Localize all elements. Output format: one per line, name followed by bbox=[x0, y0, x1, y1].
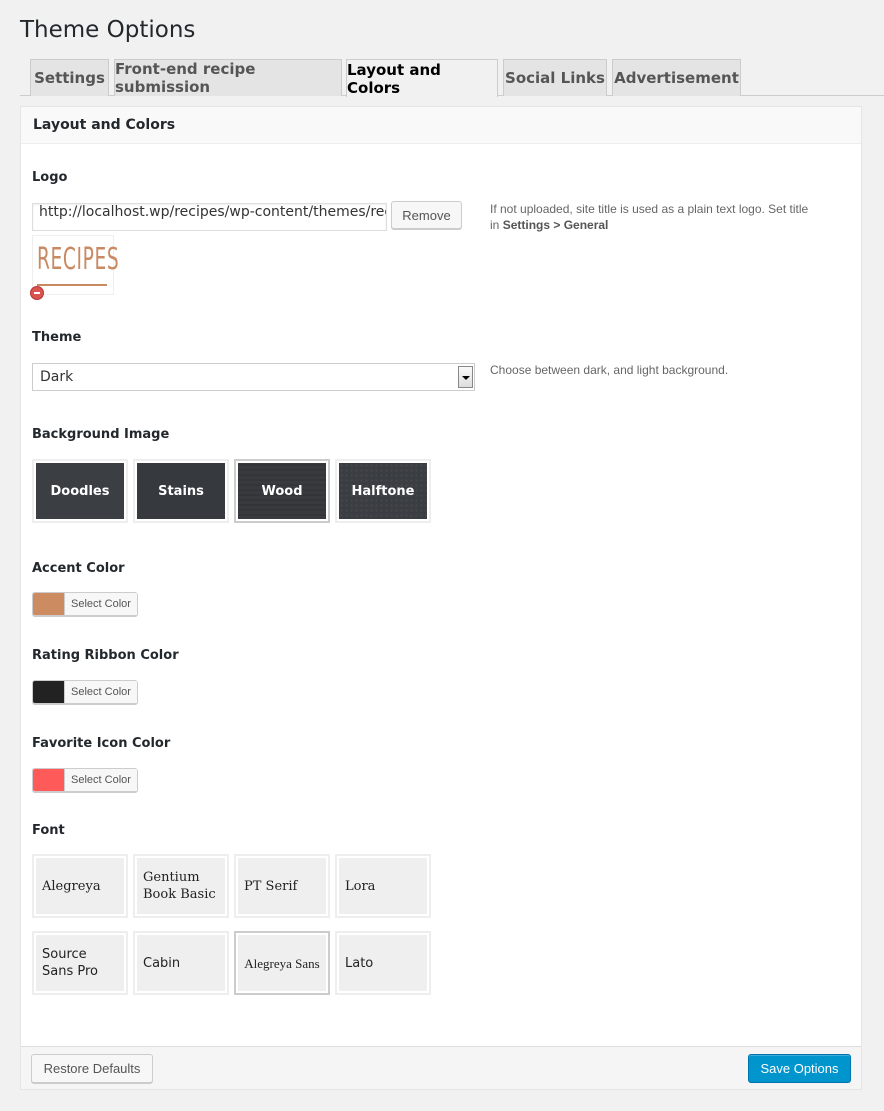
theme-select-value: Dark bbox=[40, 369, 74, 385]
rating-ribbon-color-swatch bbox=[33, 681, 64, 703]
font-option-alegreya-sans[interactable]: Alegreya Sans bbox=[234, 931, 330, 995]
remove-logo-button[interactable]: Remove bbox=[391, 201, 462, 229]
font-option-lato[interactable]: Lato bbox=[335, 931, 431, 995]
logo-underline bbox=[37, 284, 107, 286]
font-option-cabin[interactable]: Cabin bbox=[133, 931, 229, 995]
tab-advertisement[interactable]: Advertisement bbox=[612, 59, 741, 96]
tab-social-links[interactable]: Social Links bbox=[503, 59, 607, 96]
background-option-label: Halftone bbox=[339, 463, 427, 519]
font-option-pt-serif[interactable]: PT Serif bbox=[234, 854, 330, 918]
background-option-label: Stains bbox=[137, 463, 225, 519]
font-option-label: Cabin bbox=[137, 935, 225, 991]
accent-color-label: Accent Color bbox=[32, 561, 125, 576]
background-option-doodles[interactable]: Doodles bbox=[32, 459, 128, 523]
panel-title: Layout and Colors bbox=[21, 107, 861, 144]
logo-preview-image: RECIPES bbox=[32, 235, 119, 295]
restore-defaults-button[interactable]: Restore Defaults bbox=[31, 1054, 153, 1083]
background-image-label: Background Image bbox=[32, 427, 170, 442]
options-panel: Layout and Colors Logo http://localhost.… bbox=[20, 106, 862, 1090]
panel-footer: Restore Defaults Save Options bbox=[21, 1046, 861, 1089]
select-color-button[interactable]: Select Color bbox=[64, 769, 137, 791]
font-option-lora[interactable]: Lora bbox=[335, 854, 431, 918]
theme-description: Choose between dark, and light backgroun… bbox=[490, 363, 729, 377]
font-option-label: Source Sans Pro bbox=[36, 935, 124, 991]
page-title: Theme Options bbox=[20, 17, 196, 43]
select-color-button[interactable]: Select Color bbox=[64, 681, 137, 703]
chevron-down-icon[interactable] bbox=[458, 366, 473, 388]
font-option-source-sans-pro[interactable]: Source Sans Pro bbox=[32, 931, 128, 995]
save-options-button[interactable]: Save Options bbox=[748, 1054, 851, 1083]
font-option-label: Alegreya Sans bbox=[238, 935, 326, 991]
font-option-label: Lato bbox=[339, 935, 427, 991]
font-option-label: Gentium Book Basic bbox=[137, 858, 225, 914]
tab-bar: Settings Front-end recipe submission Lay… bbox=[20, 59, 884, 97]
background-option-stains[interactable]: Stains bbox=[133, 459, 229, 523]
favorite-icon-color-swatch bbox=[33, 769, 64, 791]
background-option-halftone[interactable]: Halftone bbox=[335, 459, 431, 523]
background-option-label: Doodles bbox=[36, 463, 124, 519]
rating-ribbon-color-picker[interactable]: Select Color bbox=[32, 680, 138, 704]
font-option-gentium-book-basic[interactable]: Gentium Book Basic bbox=[133, 854, 229, 918]
font-option-label: Lora bbox=[339, 858, 427, 914]
font-option-label: PT Serif bbox=[238, 858, 326, 914]
tab-front-end-recipe-submission[interactable]: Front-end recipe submission bbox=[114, 59, 342, 96]
accent-color-swatch bbox=[33, 593, 64, 615]
tab-layout-and-colors[interactable]: Layout and Colors bbox=[346, 59, 498, 97]
favorite-icon-color-label: Favorite Icon Color bbox=[32, 736, 171, 751]
background-option-wood[interactable]: Wood bbox=[234, 459, 330, 523]
theme-select[interactable]: Dark bbox=[32, 363, 475, 391]
logo-label: Logo bbox=[32, 170, 68, 185]
logo-description: If not uploaded, site title is used as a… bbox=[490, 202, 809, 232]
favorite-icon-color-picker[interactable]: Select Color bbox=[32, 768, 138, 792]
font-option-label: Alegreya bbox=[36, 858, 124, 914]
accent-color-picker[interactable]: Select Color bbox=[32, 592, 138, 616]
logo-url-input[interactable]: http://localhost.wp/recipes/wp-content/t… bbox=[32, 203, 387, 231]
font-option-alegreya[interactable]: Alegreya bbox=[32, 854, 128, 918]
font-label: Font bbox=[32, 823, 65, 838]
rating-ribbon-color-label: Rating Ribbon Color bbox=[32, 648, 179, 663]
logo-preview-text: RECIPES bbox=[37, 242, 120, 277]
theme-label: Theme bbox=[32, 330, 82, 345]
tab-settings[interactable]: Settings bbox=[30, 59, 109, 96]
select-color-button[interactable]: Select Color bbox=[64, 593, 137, 615]
background-option-label: Wood bbox=[238, 463, 326, 519]
remove-logo-icon[interactable] bbox=[30, 286, 44, 300]
